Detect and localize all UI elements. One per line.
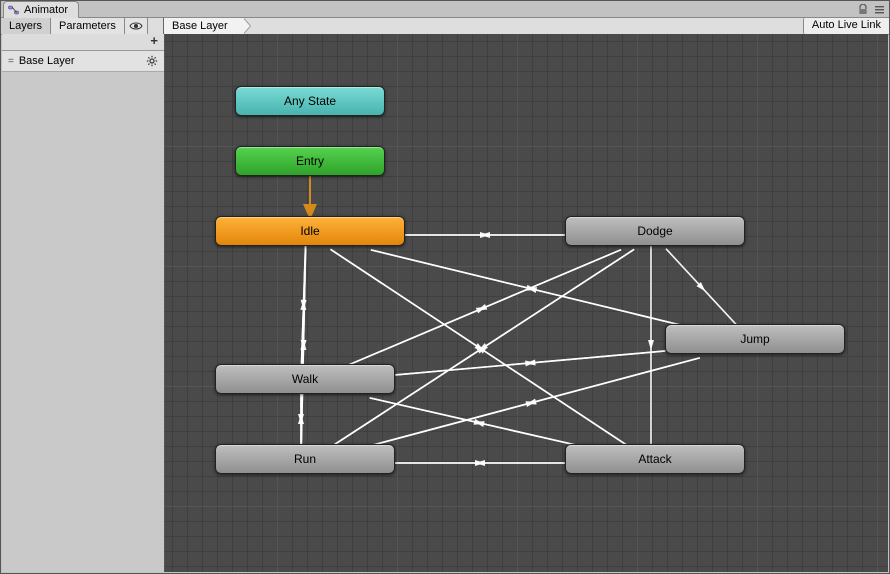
lock-icon[interactable] (858, 4, 868, 15)
animator-window: Animator Layers Parameters (0, 0, 890, 574)
visibility-toggle[interactable] (125, 18, 148, 34)
layer-name: Base Layer (19, 55, 140, 67)
window-title: Animator (24, 4, 68, 16)
content: + = Base Layer (2, 34, 888, 572)
gear-icon[interactable] (146, 55, 158, 67)
state-node-any_state[interactable]: Any State (235, 86, 385, 116)
sidebar: + = Base Layer (2, 34, 165, 572)
tab-layers[interactable]: Layers (1, 18, 51, 34)
state-node-entry[interactable]: Entry (235, 146, 385, 176)
state-node-jump[interactable]: Jump (665, 324, 845, 354)
state-node-attack[interactable]: Attack (565, 444, 745, 474)
graph-canvas[interactable]: Any State Entry Idle Dodge Jump Walk Attack Run (165, 34, 888, 572)
toolbar-left: Layers Parameters (1, 18, 164, 34)
drag-handle-icon[interactable]: = (8, 56, 13, 67)
auto-live-link-button[interactable]: Auto Live Link (803, 18, 889, 34)
state-node-idle[interactable]: Idle (215, 216, 405, 246)
panel-menu-icon[interactable] (874, 4, 885, 15)
window-tab-animator[interactable]: Animator (3, 1, 79, 18)
state-node-run[interactable]: Run (215, 444, 395, 474)
tab-parameters[interactable]: Parameters (51, 18, 125, 34)
state-node-dodge[interactable]: Dodge (565, 216, 745, 246)
toolbar-right: Base Layer Auto Live Link (164, 18, 889, 34)
state-node-walk[interactable]: Walk (215, 364, 395, 394)
toolbar: Layers Parameters Base Layer Auto Live L… (1, 18, 889, 35)
animator-icon (8, 4, 20, 16)
titlebar: Animator (1, 1, 889, 18)
layer-row[interactable]: = Base Layer (2, 51, 164, 72)
add-layer-button[interactable]: + (2, 34, 164, 51)
breadcrumb[interactable]: Base Layer (164, 18, 244, 34)
